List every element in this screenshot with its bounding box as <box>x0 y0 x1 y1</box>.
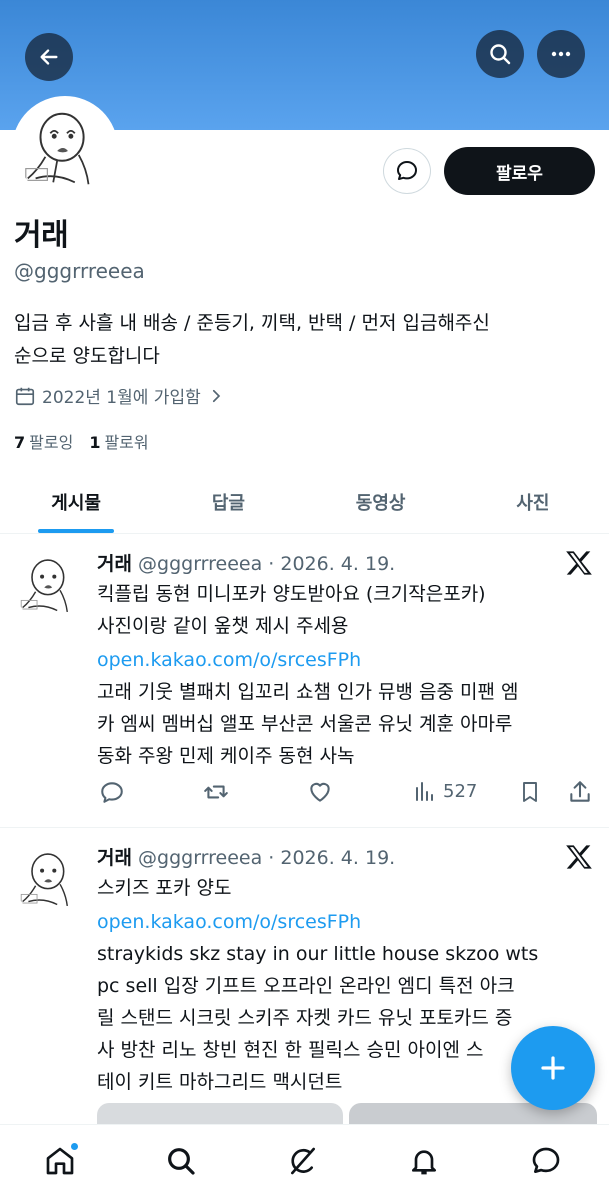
tab-photos[interactable]: 사진 <box>457 470 609 533</box>
post-text: 스키즈 포카 양도 <box>97 877 232 899</box>
post-author-name[interactable]: 거래 <box>97 847 132 869</box>
share-icon <box>570 781 590 802</box>
views-button[interactable]: 527 <box>413 779 477 803</box>
bio-line: 입금 후 사흘 내 배송 / 준등기, 끼택, 반택 / 먼저 입금해주신 <box>14 312 490 334</box>
follow-stats: 7 팔로잉 1 팔로워 <box>14 429 149 453</box>
explore-icon <box>168 1148 195 1175</box>
avatar-face-drawing <box>16 100 114 198</box>
profile-avatar[interactable] <box>12 96 118 202</box>
nav-notifications[interactable] <box>404 1141 444 1181</box>
message-button[interactable] <box>383 148 431 194</box>
joined-text: 2022년 1월에 가입함 <box>42 388 201 408</box>
post-body: 킥플립 동현 미니포카 양도받아요 (크기작은포카) 사진이랑 같이 옾챗 제시… <box>97 578 597 772</box>
post-link[interactable]: open.kakao.com/o/srcesFPh <box>97 906 597 938</box>
like-icon <box>310 782 330 802</box>
follow-button[interactable]: 팔로우 <box>444 147 595 195</box>
back-arrow-icon <box>40 49 58 65</box>
notifications-icon <box>412 1150 436 1175</box>
plus-icon <box>541 1056 565 1080</box>
tab-replies[interactable]: 답글 <box>152 470 304 533</box>
post-avatar[interactable] <box>14 550 86 622</box>
bottom-nav <box>0 1124 609 1199</box>
post-text: 킥플립 동현 미니포카 양도받아요 (크기작은포카) <box>97 583 486 605</box>
calendar-icon <box>15 387 35 405</box>
message-icon <box>397 161 417 180</box>
tab-posts[interactable]: 게시물 <box>0 470 152 533</box>
avatar-face-drawing <box>14 844 86 916</box>
post-text: 동화 주왕 민제 케이주 동현 사녹 <box>97 745 355 767</box>
post-text: 고래 기웃 별패치 입꼬리 쇼챔 인가 뮤뱅 음중 미팬 엠 <box>97 681 519 703</box>
joined-date[interactable]: 2022년 1월에 가입함 <box>14 383 225 408</box>
post-text: 릴 스탠드 시크릿 스키주 자켓 카드 유닛 포토카드 증 <box>97 1007 513 1029</box>
post-header: 거래 @gggrrreeea · 2026. 4. 19. <box>97 843 395 870</box>
post-text: pc sell 입장 기프트 오프라인 온라인 엠디 특전 아크 <box>97 975 515 997</box>
views-count: 527 <box>443 780 478 802</box>
retweet-icon <box>204 785 228 799</box>
bookmark-button[interactable] <box>518 779 542 805</box>
x-logo-icon <box>566 551 592 575</box>
post-meta: @gggrrreeea · 2026. 4. 19. <box>138 847 396 869</box>
post-header: 거래 @gggrrreeea · 2026. 4. 19. <box>97 549 395 576</box>
post-link[interactable]: open.kakao.com/o/srcesFPh <box>97 644 597 676</box>
bookmark-icon <box>523 782 537 802</box>
more-icon <box>551 51 571 57</box>
search-icon <box>490 44 511 65</box>
chevron-right-icon <box>212 389 220 402</box>
avatar-face-drawing <box>14 550 86 622</box>
more-button[interactable] <box>537 30 585 78</box>
post-text: straykids skz stay in our little house s… <box>97 943 539 965</box>
following-link[interactable]: 7 팔로잉 <box>14 429 73 453</box>
reply-button[interactable] <box>99 779 125 805</box>
post[interactable]: 거래 @gggrrreeea · 2026. 4. 19. 킥플립 동현 미니포… <box>0 535 609 828</box>
like-button[interactable] <box>307 779 333 805</box>
post-meta: @gggrrreeea · 2026. 4. 19. <box>138 553 396 575</box>
nav-home[interactable] <box>40 1141 80 1181</box>
tab-videos[interactable]: 동영상 <box>305 470 457 533</box>
nav-messages[interactable] <box>526 1141 566 1181</box>
post-text: 사진이랑 같이 옾챗 제시 주세용 <box>97 615 349 637</box>
post-text: 카 엠씨 멤버십 앨포 부산콘 서울콘 유닛 계훈 아마루 <box>97 713 513 735</box>
grok-icon <box>291 1147 315 1175</box>
post-avatar[interactable] <box>14 844 86 916</box>
profile-handle: @gggrrreeea <box>14 259 145 283</box>
x-logo-icon <box>566 845 592 869</box>
back-button[interactable] <box>25 33 73 81</box>
profile-tabs: 게시물 답글 동영상 사진 <box>0 470 609 534</box>
views-icon <box>416 782 433 801</box>
home-notification-dot <box>70 1142 79 1151</box>
profile-bio: 입금 후 사흘 내 배송 / 준등기, 끼택, 반택 / 먼저 입금해주신 순으… <box>14 307 594 373</box>
share-button[interactable] <box>567 779 593 805</box>
compose-button[interactable] <box>511 1026 595 1110</box>
followers-link[interactable]: 1 팔로워 <box>89 429 148 453</box>
nav-grok[interactable] <box>283 1141 323 1181</box>
bio-line: 순으로 양도합니다 <box>14 345 160 367</box>
search-button[interactable] <box>476 30 524 78</box>
post-author-name[interactable]: 거래 <box>97 553 132 575</box>
profile-name: 거래 <box>14 218 69 253</box>
reply-icon <box>101 782 123 803</box>
nav-explore[interactable] <box>161 1141 201 1181</box>
messages-icon <box>532 1147 560 1173</box>
post-actions: 527 <box>97 779 597 809</box>
retweet-button[interactable] <box>202 779 230 805</box>
